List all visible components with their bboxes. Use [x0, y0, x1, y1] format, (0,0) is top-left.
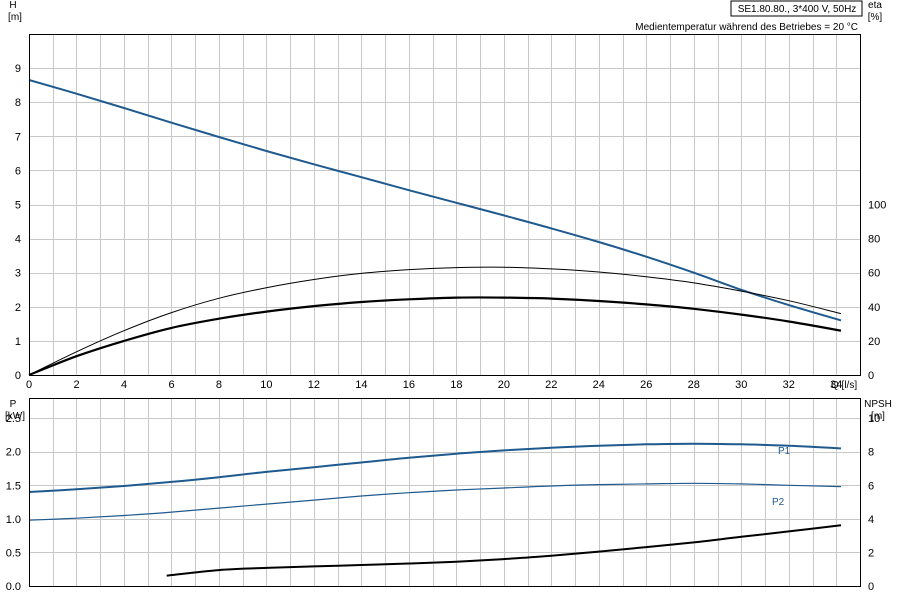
bottom-left-tick-label: 0.5: [6, 547, 21, 559]
top-left-tick-label: 9: [15, 63, 21, 75]
top-right-tick-label: 100: [868, 200, 886, 212]
p1-series-label: P1: [778, 446, 791, 457]
npsh-axis-label: NPSH: [864, 399, 892, 410]
eta-axis-label: eta: [868, 0, 882, 11]
flow-tick-label: 2: [73, 379, 79, 391]
flow-tick-label: 24: [593, 379, 605, 391]
flow-axis-label: Q [l/s]: [831, 380, 857, 391]
pump-title: SE1.80.80., 3*400 V, 50Hz: [738, 4, 857, 15]
flow-tick-label: 28: [688, 379, 700, 391]
power-axis-unit: [kW]: [5, 411, 25, 422]
bottom-right-tick-label: 2: [868, 547, 874, 559]
top-left-tick-label: 8: [15, 97, 21, 109]
bottom-right-tick-label: 6: [868, 480, 874, 492]
bottom-left-tick-label: 0.0: [6, 581, 21, 593]
flow-tick-label: 16: [403, 379, 415, 391]
bottom-right-tick-label: 8: [868, 447, 874, 459]
top-right-tick-label: 0: [868, 370, 874, 382]
flow-tick-label: 18: [450, 379, 462, 391]
flow-tick-label: 6: [168, 379, 174, 391]
head-axis-unit: [m]: [8, 12, 22, 23]
flow-tick-label: 4: [121, 379, 127, 391]
flow-tick-label: 22: [545, 379, 557, 391]
top-left-tick-label: 4: [15, 234, 21, 246]
top-left-tick-label: 0: [15, 370, 21, 382]
top-left-tick-label: 7: [15, 131, 21, 143]
bottom-right-tick-label: 0: [868, 581, 874, 593]
npsh-axis-unit: [m]: [871, 411, 885, 422]
p2-series-label: P2: [772, 497, 785, 508]
top-left-tick-label: 2: [15, 302, 21, 314]
power-axis-label: P: [10, 399, 17, 410]
pump-performance-chart: 01234567890204060801000 2 4 6 8 10 12 14 16 18 20 2…: [0, 0, 900, 600]
flow-tick-label: 14: [355, 379, 367, 391]
flow-tick-label: 0: [26, 379, 32, 391]
temperature-note: Medientemperatur während des Betriebes =…: [635, 22, 858, 33]
flow-tick-label: 32: [783, 379, 795, 391]
top-left-tick-label: 6: [15, 165, 21, 177]
flow-tick-label: 12: [308, 379, 320, 391]
top-left-tick-label: 3: [15, 268, 21, 280]
top-left-tick-label: 5: [15, 200, 21, 212]
flow-tick-label: 8: [216, 379, 222, 391]
flow-tick-label: 26: [640, 379, 652, 391]
top-right-tick-label: 40: [868, 302, 880, 314]
top-right-tick-label: 20: [868, 336, 880, 348]
flow-tick-label: 20: [498, 379, 510, 391]
flow-tick-label: 10: [260, 379, 272, 391]
bottom-left-tick-label: 1.0: [6, 514, 21, 526]
eta-axis-unit: [%]: [868, 12, 883, 23]
bottom-left-tick-label: 2.0: [6, 447, 21, 459]
bottom-right-tick-label: 4: [868, 514, 874, 526]
flow-tick-label: 30: [735, 379, 747, 391]
top-left-tick-label: 1: [15, 336, 21, 348]
top-right-tick-label: 60: [868, 268, 880, 280]
head-axis-label: H: [9, 0, 16, 11]
top-right-tick-label: 80: [868, 234, 880, 246]
bottom-left-tick-label: 1.5: [6, 480, 21, 492]
